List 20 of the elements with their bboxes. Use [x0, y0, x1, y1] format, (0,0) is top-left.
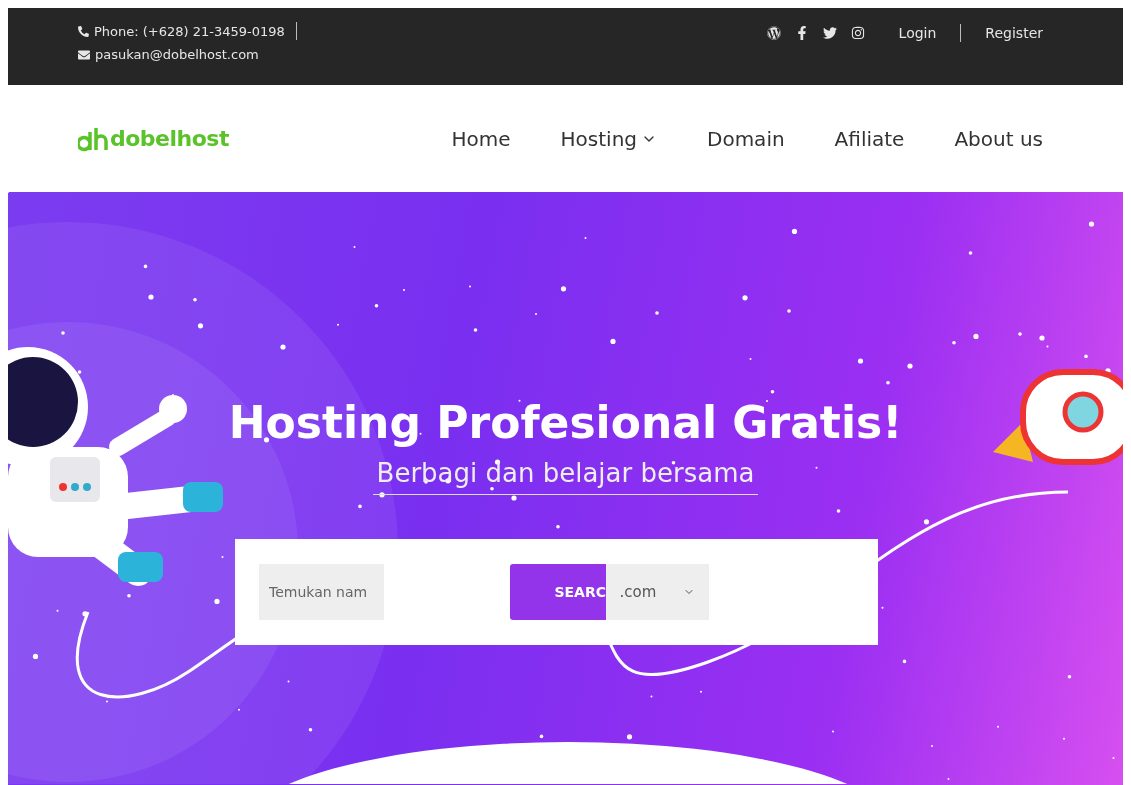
tld-dropdown[interactable]: .com [606, 564, 709, 620]
phone-icon [78, 25, 89, 37]
domain-search-field[interactable]: Temukan nam [259, 564, 384, 620]
nav-link[interactable]: Afiliate [834, 126, 905, 151]
register-link[interactable]: Register [985, 25, 1043, 41]
nav-link[interactable]: Domain [707, 126, 785, 151]
email-address: pasukan@dobelhost.com [95, 47, 259, 62]
nav-link[interactable]: Home [451, 126, 511, 151]
wordpress-icon[interactable] [766, 26, 781, 40]
hero-subtitle: Berbagi dan belajar bersama [372, 458, 759, 495]
nav-link[interactable]: Hosting [560, 126, 657, 151]
login-link[interactable]: Login [898, 25, 937, 41]
mail-icon [78, 48, 90, 61]
logo-icon [78, 125, 108, 152]
hero-title: Hosting Profesional Gratis! [228, 397, 903, 448]
search-button[interactable]: SEARC [510, 564, 606, 620]
instagram-icon[interactable] [850, 26, 865, 40]
twitter-icon[interactable] [822, 26, 837, 40]
phone-number: Phone: (+628) 21-3459-0198 [94, 23, 285, 39]
nav-link[interactable]: About us [954, 126, 1043, 151]
